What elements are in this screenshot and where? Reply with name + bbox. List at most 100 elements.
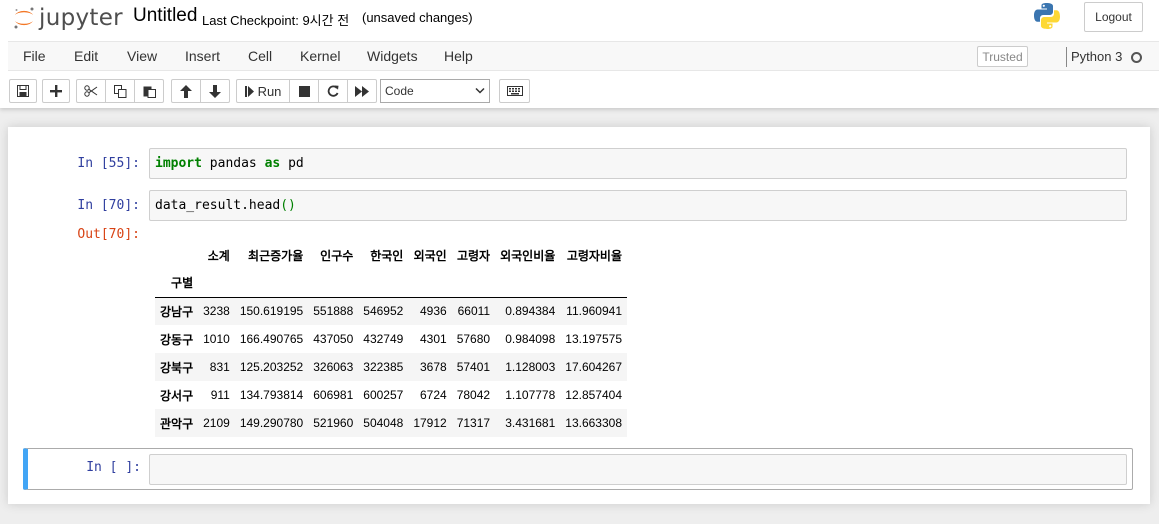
cell-type-value: Code <box>385 84 414 98</box>
code-keyword: as <box>264 156 281 171</box>
table-cell: 432749 <box>363 332 404 346</box>
notebook-name[interactable]: Untitled <box>133 5 197 27</box>
table-cell: 1.128003 <box>505 360 556 374</box>
table-row: 강서구 911 134.793814 606981 600257 6724 78… <box>155 381 627 409</box>
dataframe-table: 소계 최근증가율 인구수 한국인 외국인 고령자 외국인비율 고령자비율 구별 … <box>155 241 628 437</box>
column-header: 외국인 <box>413 248 447 263</box>
column-header: 최근증가율 <box>248 248 304 263</box>
save-button[interactable] <box>9 79 37 103</box>
table-cell: 2109 <box>203 416 230 430</box>
table-cell: 17.604267 <box>565 360 623 374</box>
cell-prompt: In [70]: <box>77 198 140 213</box>
copy-button[interactable] <box>105 79 135 103</box>
table-cell: 551888 <box>313 304 354 319</box>
trusted-indicator[interactable]: Trusted <box>977 46 1028 67</box>
menu-help[interactable]: Help <box>444 48 473 64</box>
restart-button[interactable] <box>318 79 348 103</box>
table-cell: 600257 <box>363 388 404 402</box>
table-cell: 0.894384 <box>505 304 556 319</box>
fast-forward-icon <box>355 85 369 97</box>
table-cell: 78042 <box>456 388 491 402</box>
table-cell: 831 <box>209 360 230 374</box>
paste-button[interactable] <box>134 79 164 103</box>
code-paren: () <box>280 198 296 213</box>
table-cell: 1.107778 <box>505 388 556 402</box>
code-input[interactable] <box>149 454 1127 485</box>
header: jupyter Untitled Last Checkpoint: 9시간 전 … <box>0 0 1159 108</box>
plus-icon <box>50 85 62 97</box>
checkpoint-status: Last Checkpoint: 9시간 전 <box>202 13 350 28</box>
insert-cell-button[interactable] <box>42 79 70 103</box>
run-button[interactable]: Run <box>236 79 290 103</box>
step-forward-icon <box>244 85 254 97</box>
menubar: File Edit View Insert Cell Kernel Widget… <box>8 41 1159 71</box>
table-cell: 504048 <box>363 416 404 430</box>
row-index: 강서구 <box>160 388 194 403</box>
move-down-button[interactable] <box>200 79 230 103</box>
code-text: pd <box>280 156 304 171</box>
table-cell: 3678 <box>420 360 447 374</box>
arrow-down-icon <box>209 84 221 98</box>
column-header: 소계 <box>207 248 230 263</box>
table-cell: 326063 <box>313 360 354 374</box>
table-cell: 322385 <box>363 360 404 374</box>
restart-icon <box>327 85 339 97</box>
interrupt-button[interactable] <box>289 79 319 103</box>
jupyter-logo-icon <box>12 6 36 30</box>
unsaved-indicator: (unsaved changes) <box>362 10 473 25</box>
keyboard-icon <box>506 86 523 96</box>
jupyter-logo[interactable]: jupyter <box>12 4 123 32</box>
column-header: 고령자비율 <box>566 248 623 263</box>
row-index: 강북구 <box>160 360 194 375</box>
table-cell: 13.197575 <box>565 332 623 346</box>
menu-kernel[interactable]: Kernel <box>300 48 340 64</box>
table-cell: 4301 <box>420 332 447 346</box>
menu-view[interactable]: View <box>127 48 157 64</box>
cell-prompt: In [55]: <box>77 156 140 171</box>
menu-file[interactable]: File <box>23 48 46 64</box>
restart-run-all-button[interactable] <box>347 79 377 103</box>
table-cell: 546952 <box>363 304 404 319</box>
python-logo-icon <box>1033 2 1061 30</box>
cut-button[interactable] <box>76 79 106 103</box>
stop-icon <box>298 85 310 97</box>
code-keyword: import <box>155 156 202 171</box>
output-prompt: Out[70]: <box>77 227 140 242</box>
table-cell: 134.793814 <box>239 388 304 402</box>
chevron-down-icon <box>475 87 485 94</box>
code-input[interactable]: import pandas as pd <box>149 148 1127 179</box>
kernel-separator <box>1066 47 1067 67</box>
column-header: 인구수 <box>320 248 354 263</box>
table-cell: 0.984098 <box>505 332 556 346</box>
copy-icon <box>113 84 126 98</box>
move-up-button[interactable] <box>171 79 201 103</box>
index-name: 구별 <box>171 276 194 291</box>
menu-cell[interactable]: Cell <box>248 48 272 64</box>
run-label: Run <box>257 83 282 99</box>
row-index: 관악구 <box>160 416 194 431</box>
code-text: data_result.head <box>155 198 281 213</box>
table-cell: 57401 <box>456 360 491 374</box>
table-cell: 13.663308 <box>565 416 623 430</box>
menu-edit[interactable]: Edit <box>74 48 98 64</box>
table-header-row: 소계 최근증가율 인구수 한국인 외국인 고령자 외국인비율 고령자비율 <box>155 241 627 269</box>
table-row: 강동구 1010 166.490765 437050 432749 4301 5… <box>155 325 627 353</box>
kernel-name: Python 3 <box>1071 49 1123 64</box>
logout-button[interactable]: Logout <box>1084 2 1143 32</box>
table-cell: 4936 <box>420 304 447 319</box>
command-palette-button[interactable] <box>499 79 530 103</box>
index-name-row: 구별 <box>155 269 628 297</box>
cell-type-select[interactable]: Code <box>380 79 490 103</box>
table-cell: 125.203252 <box>239 360 304 374</box>
column-header: 한국인 <box>370 248 404 263</box>
menu-insert[interactable]: Insert <box>185 48 220 64</box>
top-bar: jupyter Untitled Last Checkpoint: 9시간 전 … <box>0 0 1159 41</box>
selected-cell[interactable]: In [ ]: <box>23 448 1133 490</box>
code-input[interactable]: data_result.head() <box>149 190 1127 221</box>
notebook-container: In [55]: import pandas as pd In [70]: da… <box>8 127 1150 504</box>
table-cell: 911 <box>210 388 230 402</box>
menu-widgets[interactable]: Widgets <box>367 48 418 64</box>
column-header: 고령자 <box>456 248 491 263</box>
table-cell: 66011 <box>457 304 491 319</box>
table-cell: 437050 <box>313 332 354 346</box>
